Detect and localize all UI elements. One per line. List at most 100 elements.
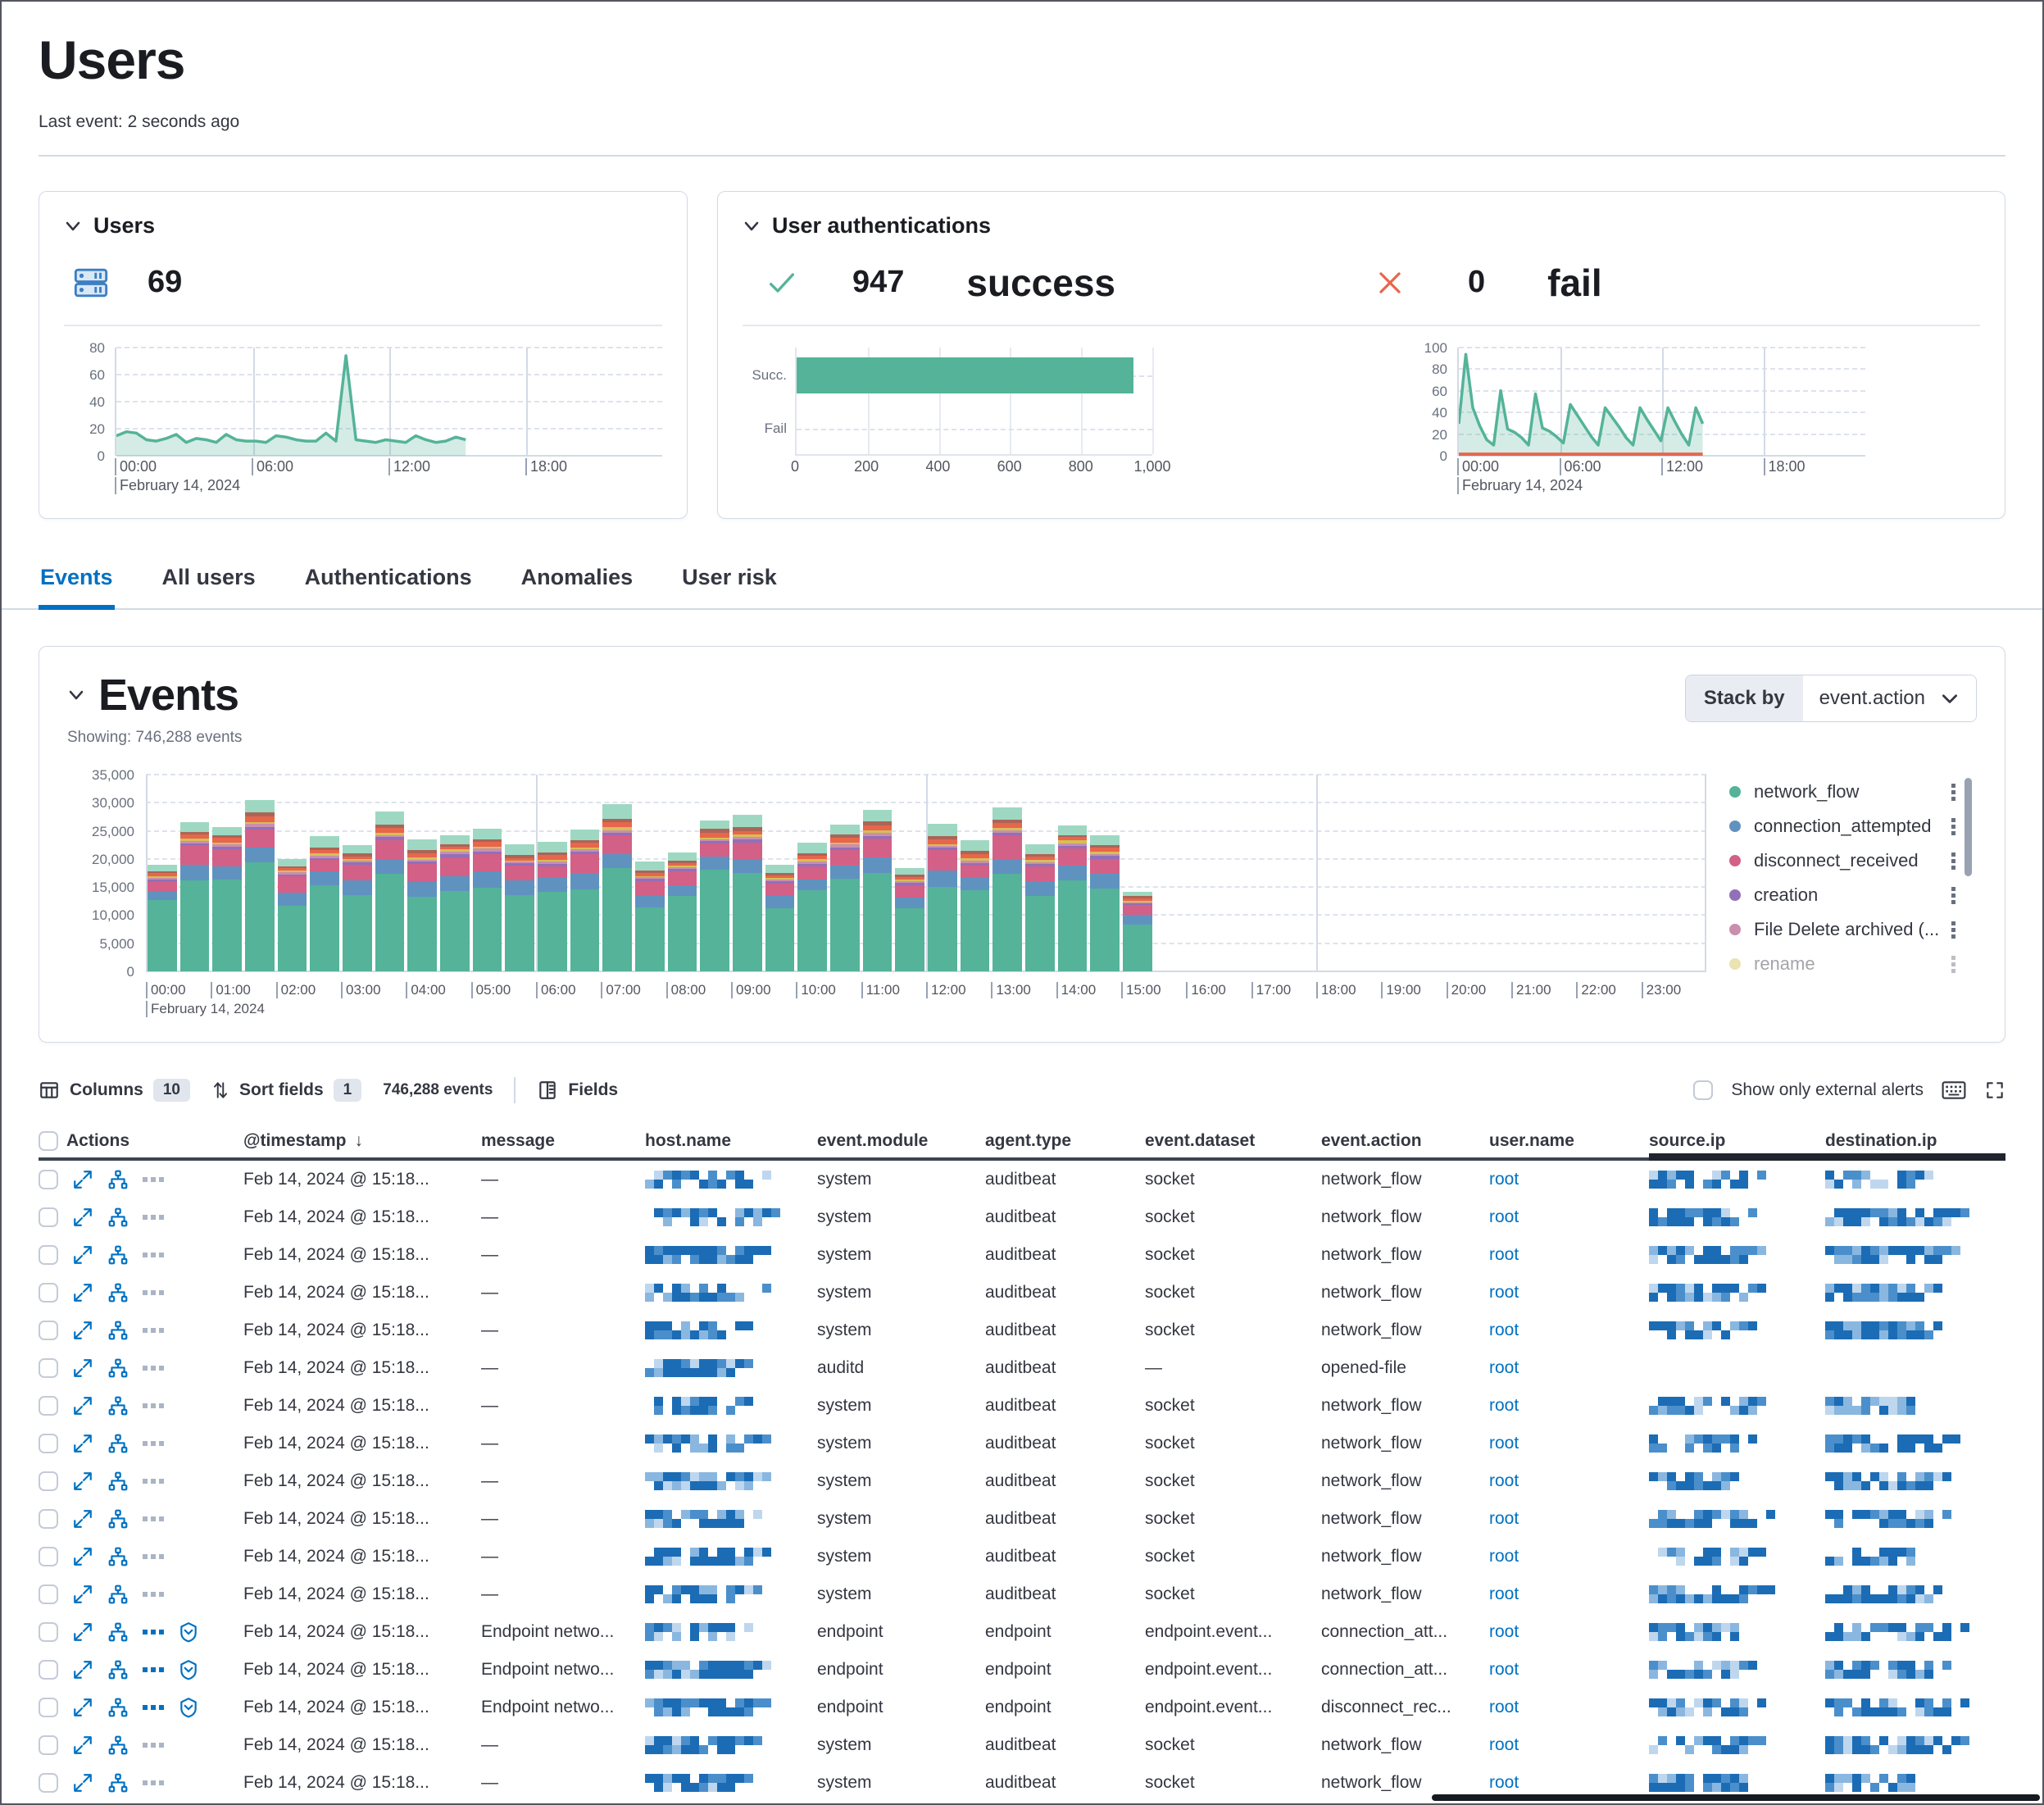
- table-row[interactable]: Feb 14, 2024 @ 15:18...—auditdauditbeat—…: [39, 1349, 2005, 1387]
- stacked-bar[interactable]: [992, 807, 1022, 971]
- user-name-link[interactable]: root: [1489, 1471, 1649, 1491]
- expand-event-icon[interactable]: [72, 1621, 93, 1643]
- more-actions-icon[interactable]: [143, 1667, 164, 1672]
- chevron-down-icon[interactable]: [67, 686, 85, 704]
- more-actions-icon[interactable]: [143, 1290, 164, 1295]
- row-checkbox[interactable]: [39, 1245, 58, 1265]
- column-header-username[interactable]: user.name: [1489, 1131, 1649, 1151]
- table-row[interactable]: Feb 14, 2024 @ 15:18...—systemauditbeats…: [39, 1425, 2005, 1462]
- user-name-link[interactable]: root: [1489, 1622, 1649, 1642]
- more-actions-icon[interactable]: [143, 1253, 164, 1257]
- select-all-checkbox[interactable]: [39, 1131, 58, 1151]
- tab-authentications[interactable]: Authentications: [303, 560, 474, 608]
- table-row[interactable]: Feb 14, 2024 @ 15:18...—systemauditbeats…: [39, 1462, 2005, 1500]
- table-row[interactable]: Feb 14, 2024 @ 15:18...—systemauditbeats…: [39, 1161, 2005, 1198]
- tab-anomalies[interactable]: Anomalies: [520, 560, 635, 608]
- table-row[interactable]: Feb 14, 2024 @ 15:18...Endpoint netwo...…: [39, 1613, 2005, 1651]
- expand-event-icon[interactable]: [72, 1546, 93, 1567]
- legend-item[interactable]: creation: [1729, 878, 1977, 912]
- analyze-event-icon[interactable]: [107, 1471, 129, 1492]
- more-actions-icon[interactable]: [143, 1743, 164, 1748]
- legend-item[interactable]: connection_attempted: [1729, 809, 1977, 843]
- column-header-eventdataset[interactable]: event.dataset: [1145, 1131, 1321, 1151]
- column-header-eventmodule[interactable]: event.module: [817, 1131, 985, 1151]
- row-checkbox[interactable]: [39, 1207, 58, 1227]
- expand-event-icon[interactable]: [72, 1659, 93, 1680]
- more-actions-icon[interactable]: [143, 1366, 164, 1371]
- analyze-event-icon[interactable]: [107, 1621, 129, 1643]
- stacked-bar[interactable]: [1025, 844, 1055, 971]
- expand-event-icon[interactable]: [72, 1357, 93, 1379]
- stacked-bar[interactable]: [212, 827, 242, 971]
- stacked-bar[interactable]: [148, 865, 177, 971]
- user-name-link[interactable]: root: [1489, 1698, 1649, 1717]
- user-name-link[interactable]: root: [1489, 1283, 1649, 1303]
- user-name-link[interactable]: root: [1489, 1396, 1649, 1416]
- row-checkbox[interactable]: [39, 1773, 58, 1793]
- expand-event-icon[interactable]: [72, 1320, 93, 1341]
- stacked-bar[interactable]: [245, 800, 275, 971]
- table-row[interactable]: Feb 14, 2024 @ 15:18...—systemauditbeats…: [39, 1500, 2005, 1538]
- expand-event-icon[interactable]: [72, 1282, 93, 1303]
- more-actions-icon[interactable]: [143, 1705, 164, 1710]
- row-checkbox[interactable]: [39, 1698, 58, 1717]
- more-actions-icon[interactable]: [143, 1516, 164, 1521]
- stacked-bar[interactable]: [343, 845, 372, 971]
- legend-options-icon[interactable]: [1951, 852, 1955, 870]
- user-name-link[interactable]: root: [1489, 1509, 1649, 1529]
- legend-options-icon[interactable]: [1951, 784, 1955, 801]
- row-checkbox[interactable]: [39, 1584, 58, 1604]
- table-row[interactable]: Feb 14, 2024 @ 15:18...—systemauditbeats…: [39, 1387, 2005, 1425]
- stacked-bar[interactable]: [180, 822, 210, 971]
- column-header-agenttype[interactable]: agent.type: [985, 1131, 1145, 1151]
- more-actions-icon[interactable]: [143, 1592, 164, 1597]
- legend-item[interactable]: network_flow: [1729, 775, 1977, 809]
- legend-scrollbar[interactable]: [1965, 778, 1972, 876]
- columns-button[interactable]: Columns 10: [39, 1079, 190, 1102]
- expand-event-icon[interactable]: [72, 1584, 93, 1605]
- analyze-event-icon[interactable]: [107, 1244, 129, 1266]
- column-header-eventaction[interactable]: event.action: [1321, 1131, 1489, 1151]
- stacked-bar[interactable]: [635, 862, 665, 971]
- user-name-link[interactable]: root: [1489, 1170, 1649, 1189]
- row-checkbox[interactable]: [39, 1396, 58, 1416]
- stacked-bar[interactable]: [961, 840, 990, 971]
- table-row[interactable]: Feb 14, 2024 @ 15:18...—systemauditbeats…: [39, 1274, 2005, 1312]
- stacked-bar[interactable]: [505, 844, 534, 971]
- more-actions-icon[interactable]: [143, 1780, 164, 1785]
- analyze-event-icon[interactable]: [107, 1659, 129, 1680]
- expand-event-icon[interactable]: [72, 1735, 93, 1756]
- user-name-link[interactable]: root: [1489, 1434, 1649, 1453]
- expand-event-icon[interactable]: [72, 1697, 93, 1718]
- legend-options-icon[interactable]: [1951, 921, 1955, 939]
- column-header-hostname[interactable]: host.name: [645, 1131, 817, 1151]
- user-name-link[interactable]: root: [1489, 1773, 1649, 1793]
- row-checkbox[interactable]: [39, 1170, 58, 1189]
- stacked-bar[interactable]: [602, 804, 632, 971]
- legend-options-icon[interactable]: [1951, 887, 1955, 904]
- user-name-link[interactable]: root: [1489, 1207, 1649, 1227]
- stacked-bar[interactable]: [1090, 835, 1120, 971]
- analyze-event-icon[interactable]: [107, 1772, 129, 1794]
- table-row[interactable]: Feb 14, 2024 @ 15:18...—systemauditbeats…: [39, 1726, 2005, 1764]
- keyboard-icon[interactable]: [1942, 1080, 1966, 1101]
- analyze-event-icon[interactable]: [107, 1433, 129, 1454]
- stacked-bar[interactable]: [765, 865, 795, 971]
- stacked-bar[interactable]: [863, 810, 893, 971]
- expand-event-icon[interactable]: [72, 1207, 93, 1228]
- column-header-destinationip[interactable]: destination.ip: [1825, 1131, 2005, 1151]
- analyze-event-icon[interactable]: [107, 1697, 129, 1718]
- legend-options-icon[interactable]: [1951, 818, 1955, 835]
- user-name-link[interactable]: root: [1489, 1735, 1649, 1755]
- more-actions-icon[interactable]: [143, 1328, 164, 1333]
- analyze-event-icon[interactable]: [107, 1735, 129, 1756]
- expand-event-icon[interactable]: [72, 1433, 93, 1454]
- row-checkbox[interactable]: [39, 1547, 58, 1566]
- stacked-bar[interactable]: [895, 868, 924, 971]
- stacked-bar[interactable]: [407, 839, 437, 971]
- row-checkbox[interactable]: [39, 1283, 58, 1303]
- user-name-link[interactable]: root: [1489, 1547, 1649, 1566]
- user-name-link[interactable]: root: [1489, 1245, 1649, 1265]
- stacked-bar[interactable]: [278, 859, 307, 971]
- stacked-bar[interactable]: [538, 842, 567, 971]
